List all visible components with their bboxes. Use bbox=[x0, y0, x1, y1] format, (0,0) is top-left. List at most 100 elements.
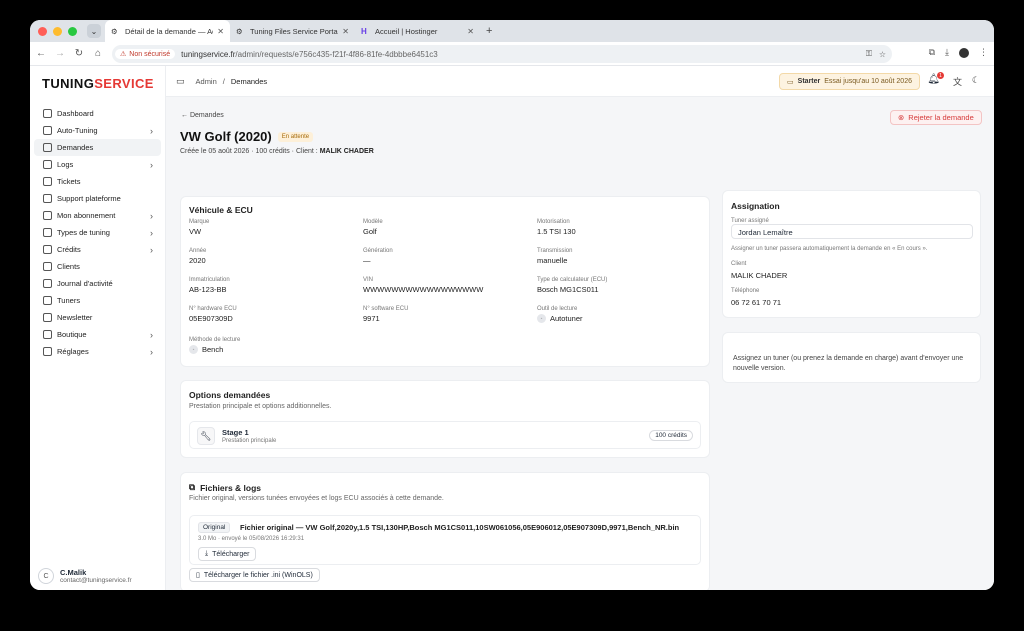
forward-arrow-icon[interactable]: → bbox=[52, 48, 68, 59]
close-tab-icon[interactable]: ✕ bbox=[467, 27, 474, 36]
vehicle-field: VIN WWWWWWWWWWWWWWWWW bbox=[363, 277, 533, 294]
shop-icon bbox=[43, 330, 52, 339]
sidebar-item-label: Dashboard bbox=[57, 109, 94, 118]
brand-part-1: TUNING bbox=[42, 76, 95, 91]
notice-text: Assignez un tuner (ou prenez la demande … bbox=[733, 355, 964, 372]
sidebar-item-tuners[interactable]: Tuners bbox=[34, 292, 161, 309]
tab-hostinger[interactable]: H Accueil | Hostinger ✕ bbox=[355, 20, 480, 42]
sidebar-item-label: Crédits bbox=[57, 245, 81, 254]
field-value-text: AB-123-BB bbox=[189, 285, 227, 294]
tool-icon: ◦ bbox=[537, 314, 546, 323]
vehicle-card: Véhicule & ECU Marque VW Modèle Golf Motoris… bbox=[180, 196, 710, 367]
field-value: 05E907309D bbox=[189, 314, 359, 323]
tab-label: Accueil | Hostinger bbox=[375, 26, 438, 36]
tab-request-detail[interactable]: ⚙ Détail de la demande — Admi ✕ bbox=[105, 20, 230, 42]
vehicle-field: Modèle Golf bbox=[363, 219, 533, 236]
reject-request-button[interactable]: ⊗ Rejeter la demande bbox=[890, 110, 982, 125]
home-icon[interactable]: ⌂ bbox=[90, 48, 106, 59]
options-subtitle: Prestation principale et options additio… bbox=[189, 403, 332, 410]
chevron-right-icon: › bbox=[150, 125, 153, 136]
tab-tuning-portal[interactable]: ⚙ Tuning Files Service Portal – ✕ bbox=[230, 20, 355, 42]
top-bar: ▭ Admin / Demandes ▭ Starter Essai jusqu… bbox=[166, 66, 994, 97]
sidebar-item-label: Newsletter bbox=[57, 313, 93, 322]
field-value: 2020 bbox=[189, 256, 359, 265]
sidebar-item-journal-d-activit-[interactable]: Journal d'activité bbox=[34, 275, 161, 292]
sidebar-item-tickets[interactable]: Tickets bbox=[34, 173, 161, 190]
minimize-window-button[interactable] bbox=[53, 26, 62, 36]
tab-search-icon[interactable]: ⌄ bbox=[87, 24, 101, 38]
sidebar-item-logs[interactable]: Logs › bbox=[34, 156, 161, 173]
reject-label: Rejeter la demande bbox=[908, 113, 974, 122]
field-label: Méthode de lecture bbox=[189, 337, 241, 343]
meta-text: Créée le 05 août 2026 · 100 crédits · Cl… bbox=[180, 148, 320, 155]
client-label: Client bbox=[731, 261, 747, 267]
files-subtitle: Fichier original, versions tunées envoyé… bbox=[189, 495, 444, 502]
original-tag: Original bbox=[198, 522, 231, 533]
url-field[interactable]: ⚠ Non sécurisé tuningservice.fr/admin/re… bbox=[112, 45, 892, 63]
field-label: Immatriculation bbox=[189, 277, 230, 283]
key-icon[interactable]: ⚿ bbox=[866, 49, 872, 59]
sidebar-item-clients[interactable]: Clients bbox=[34, 258, 161, 275]
brand-logo[interactable]: TUNINGSERVICE bbox=[42, 76, 165, 91]
sidebar-toggle-icon[interactable]: ▭ bbox=[176, 76, 185, 87]
files-card: ⧉ Fichiers & logs Fichier original, vers… bbox=[180, 472, 710, 590]
close-tab-icon[interactable]: ✕ bbox=[342, 27, 349, 36]
options-title: Options demandées bbox=[189, 390, 271, 400]
breadcrumb-separator: / bbox=[222, 76, 225, 86]
calendar-icon: ▭ bbox=[787, 78, 794, 86]
tuner-hint: Assigner un tuner passera automatiquemen… bbox=[731, 246, 928, 252]
translate-icon[interactable]: 文 bbox=[953, 75, 962, 88]
close-tab-icon[interactable]: ✕ bbox=[217, 27, 224, 36]
field-value-text: Bosch MG1CS011 bbox=[537, 285, 599, 294]
field-value: Bosch MG1CS011 bbox=[537, 285, 707, 294]
sidebar-item-types-de-tuning[interactable]: Types de tuning › bbox=[34, 224, 161, 241]
back-link[interactable]: ← Demandes bbox=[181, 112, 224, 119]
sidebar-item-r-glages[interactable]: Réglages › bbox=[34, 343, 161, 360]
copy-icon: ⧉ bbox=[189, 482, 196, 492]
download-icon[interactable]: ⤓ bbox=[945, 47, 949, 58]
sidebar-item-support-plateforme[interactable]: Support plateforme bbox=[34, 190, 161, 207]
url-host: tuningservice.fr bbox=[181, 49, 236, 59]
close-window-button[interactable] bbox=[38, 26, 47, 36]
back-arrow-icon[interactable]: ← bbox=[33, 48, 49, 59]
sidebar-item-demandes[interactable]: Demandes bbox=[34, 139, 161, 156]
download-button[interactable]: ⤓ Télécharger bbox=[198, 547, 257, 561]
sidebar-item-auto-tuning[interactable]: Auto-Tuning › bbox=[34, 122, 161, 139]
user-card[interactable]: C C.Malik contact@tuningservice.fr bbox=[38, 568, 132, 584]
browser-window: ⌄ ⚙ Détail de la demande — Admi ✕ ⚙ Tuni… bbox=[30, 20, 994, 590]
new-tab-button[interactable]: + bbox=[486, 25, 492, 37]
field-label: Type de calculateur (ECU) bbox=[537, 277, 608, 283]
download-ini-button[interactable]: ▯ Télécharger le fichier .ini (WinOLS) bbox=[189, 568, 320, 582]
notice-card: Assignez un tuner (ou prenez la demande … bbox=[722, 332, 981, 383]
sidebar-item-newsletter[interactable]: Newsletter bbox=[34, 309, 161, 326]
sidebar-item-label: Réglages bbox=[57, 347, 89, 356]
sidebar-item-mon-abonnement[interactable]: Mon abonnement › bbox=[34, 207, 161, 224]
theme-moon-icon[interactable]: ☾ bbox=[972, 75, 980, 86]
extensions-icon[interactable]: ⧉ bbox=[929, 47, 935, 58]
bookmark-star-icon[interactable]: ☆ bbox=[879, 50, 886, 59]
breadcrumb-root[interactable]: Admin bbox=[196, 77, 217, 86]
favicon-icon: ⚙ bbox=[236, 26, 243, 36]
field-value: VW bbox=[189, 227, 359, 236]
sidebar-item-label: Demandes bbox=[57, 143, 94, 152]
more-menu-icon[interactable]: ⋮ bbox=[979, 47, 988, 58]
client-value: MALIK CHADER bbox=[731, 271, 788, 280]
car-icon bbox=[43, 228, 52, 237]
field-label: Transmission bbox=[537, 248, 573, 254]
file-name: Fichier original — VW Golf,2020y,1.5 TSI… bbox=[240, 523, 680, 532]
vehicle-field: N° hardware ECU 05E907309D bbox=[189, 306, 359, 323]
plan-badge[interactable]: ▭ Starter Essai jusqu'au 10 août 2026 bbox=[779, 73, 920, 90]
sidebar-item-label: Tuners bbox=[57, 296, 81, 305]
tuner-select[interactable]: Jordan Lemaître bbox=[731, 224, 973, 239]
vehicle-field: Génération — bbox=[363, 248, 533, 265]
ticket-icon bbox=[43, 177, 52, 186]
sidebar-item-dashboard[interactable]: Dashboard bbox=[34, 105, 161, 122]
maximize-window-button[interactable] bbox=[68, 26, 77, 36]
sidebar-item-label: Journal d'activité bbox=[57, 279, 113, 288]
sidebar-item-boutique[interactable]: Boutique › bbox=[34, 326, 161, 343]
profile-avatar[interactable] bbox=[959, 47, 969, 58]
sidebar-item-cr-dits[interactable]: Crédits › bbox=[34, 241, 161, 258]
reload-icon[interactable]: ↻ bbox=[71, 48, 87, 59]
chevron-right-icon: › bbox=[150, 159, 153, 170]
security-indicator[interactable]: ⚠ Non sécurisé bbox=[115, 49, 176, 59]
